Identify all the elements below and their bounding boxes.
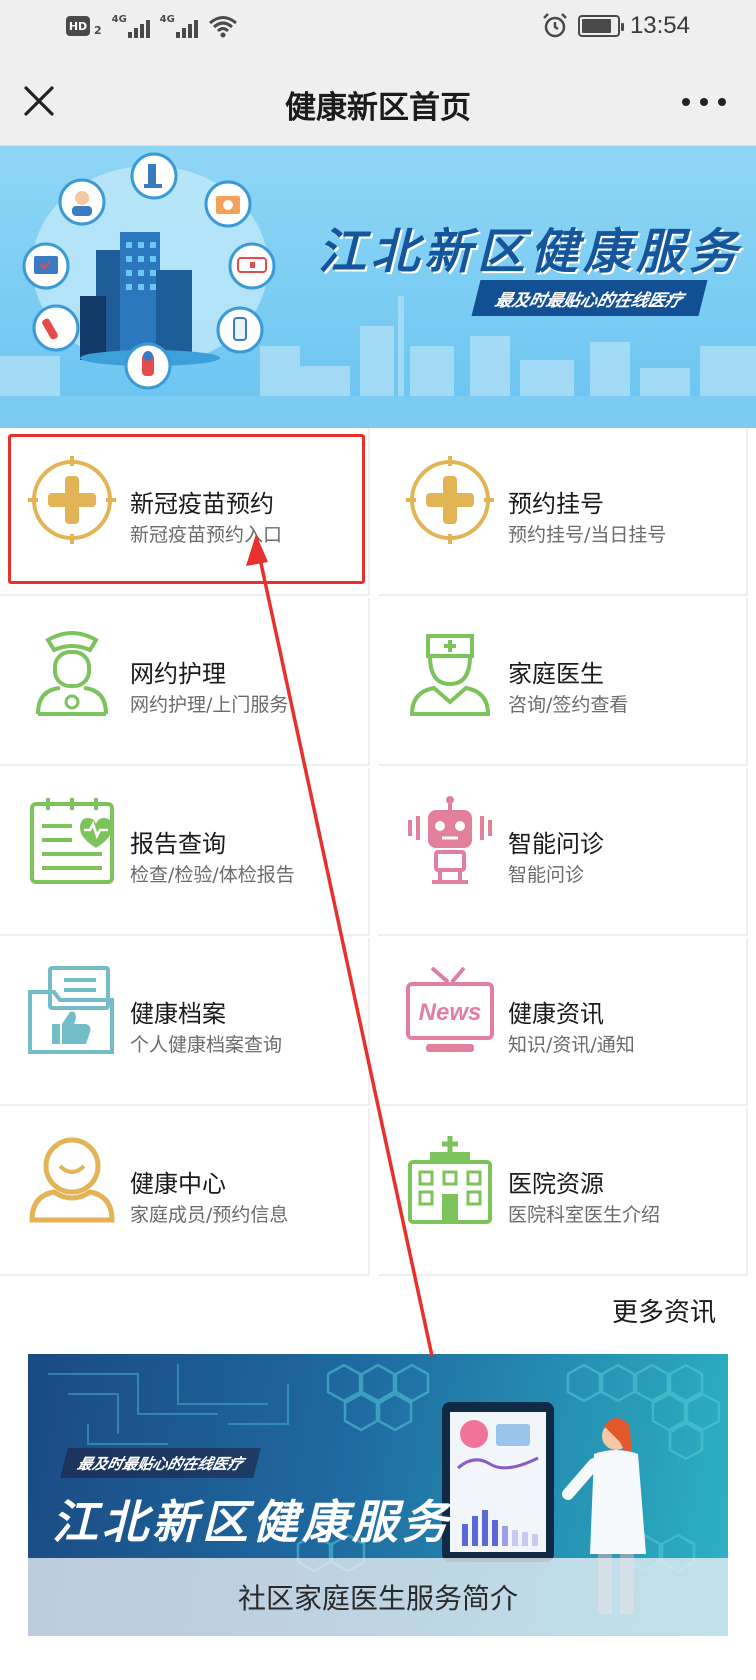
status-bar: HD 2 4G 4G 13:54 <box>0 0 756 56</box>
signal-icon: 4G <box>160 14 198 38</box>
service-health-center[interactable]: 健康中心 家庭成员/预约信息 <box>0 1108 370 1276</box>
plus-crosshair-icon <box>406 456 494 544</box>
more-menu-button[interactable] <box>682 92 726 112</box>
nurse-icon <box>36 631 108 716</box>
title-bar: 健康新区首页 <box>0 56 756 146</box>
service-health-news[interactable]: News 健康资讯 知识/资讯/通知 <box>378 938 748 1106</box>
news-word: News <box>419 999 482 1026</box>
battery-fill <box>581 19 611 33</box>
service-title: 医院资源 <box>508 1170 604 1198</box>
status-left: HD 2 4G 4G <box>66 14 238 38</box>
service-title: 健康中心 <box>130 1170 226 1198</box>
bottom-banner-caption: 社区家庭医生服务简介 <box>28 1558 728 1636</box>
service-subtitle: 咨询/签约查看 <box>508 694 629 716</box>
service-subtitle: 个人健康档案查询 <box>130 1034 283 1056</box>
service-subtitle: 新冠疫苗预约入口 <box>130 524 283 546</box>
service-covid-vaccine[interactable]: 新冠疫苗预约 新冠疫苗预约入口 <box>0 428 370 596</box>
plus-crosshair-icon <box>28 456 116 544</box>
wifi-icon <box>208 16 237 38</box>
service-title: 报告查询 <box>130 830 226 858</box>
network-type-label: 4G <box>111 14 127 25</box>
status-time: 13:54 <box>629 12 690 39</box>
service-subtitle: 网约护理/上门服务 <box>130 694 289 716</box>
status-right: 13:54 <box>542 12 690 40</box>
signal-icon: 4G <box>112 14 150 38</box>
hero-banner[interactable]: 江北新区健康服务 最及时最贴心的在线医疗 <box>0 146 756 428</box>
more-news-link[interactable]: 更多资讯 <box>612 1292 716 1329</box>
service-title: 健康档案 <box>130 1000 226 1028</box>
service-health-records[interactable]: 健康档案 个人健康档案查询 <box>0 938 370 1106</box>
service-smart-consult[interactable]: 智能问诊 智能问诊 <box>378 768 748 936</box>
user-icon <box>29 1137 115 1223</box>
service-subtitle: 预约挂号/当日挂号 <box>508 524 667 546</box>
battery-icon <box>577 15 624 37</box>
service-hospital-resources[interactable]: 医院资源 医院科室医生介绍 <box>378 1108 748 1276</box>
service-subtitle: 知识/资讯/通知 <box>508 1034 635 1056</box>
service-title: 预约挂号 <box>508 490 604 518</box>
service-title: 家庭医生 <box>508 660 604 688</box>
service-subtitle: 医院科室医生介绍 <box>508 1204 661 1226</box>
service-report-query[interactable]: 报告查询 检查/检验/体检报告 <box>0 768 370 936</box>
banner-subtitle: 最及时最贴心的在线医疗 <box>471 280 708 316</box>
page-title: 健康新区首页 <box>285 90 471 126</box>
bottom-banner[interactable]: 最及时最贴心的在线医疗 江北新区健康服务 社区家庭医生服务简介 <box>28 1354 728 1636</box>
doctor-icon <box>409 634 491 716</box>
service-title: 智能问诊 <box>508 830 604 858</box>
robot-icon <box>408 796 492 884</box>
service-title: 网约护理 <box>130 660 226 688</box>
hospital-icon <box>408 1136 492 1224</box>
service-subtitle: 家庭成员/预约信息 <box>130 1204 289 1226</box>
service-family-doctor[interactable]: 家庭医生 咨询/签约查看 <box>378 598 748 766</box>
banner-title: 江北新区健康服务 <box>318 224 743 280</box>
bottom-banner-title: 江北新区健康服务 <box>52 1495 452 1549</box>
service-grid: 新冠疫苗预约 新冠疫苗预约入口 预约挂号 预约挂号/当日挂号 网约护理 网约护理… <box>0 428 748 1280</box>
service-online-nursing[interactable]: 网约护理 网约护理/上门服务 <box>0 598 370 766</box>
bottom-banner-subtitle: 最及时最贴心的在线医疗 <box>60 1448 261 1478</box>
news-tv-icon: News <box>406 966 494 1052</box>
service-title: 新冠疫苗预约 <box>130 490 274 518</box>
folder-thumb-icon <box>28 966 114 1054</box>
sim-number: 2 <box>94 23 102 37</box>
service-appointment[interactable]: 预约挂号 预约挂号/当日挂号 <box>378 428 748 596</box>
report-icon <box>30 798 114 884</box>
service-subtitle: 检查/检验/体检报告 <box>130 864 295 886</box>
alarm-icon <box>543 13 567 38</box>
service-title: 健康资讯 <box>508 1000 604 1028</box>
hd-badge: HD <box>66 16 90 36</box>
service-subtitle: 智能问诊 <box>508 864 585 886</box>
network-type-label: 4G <box>159 14 175 25</box>
